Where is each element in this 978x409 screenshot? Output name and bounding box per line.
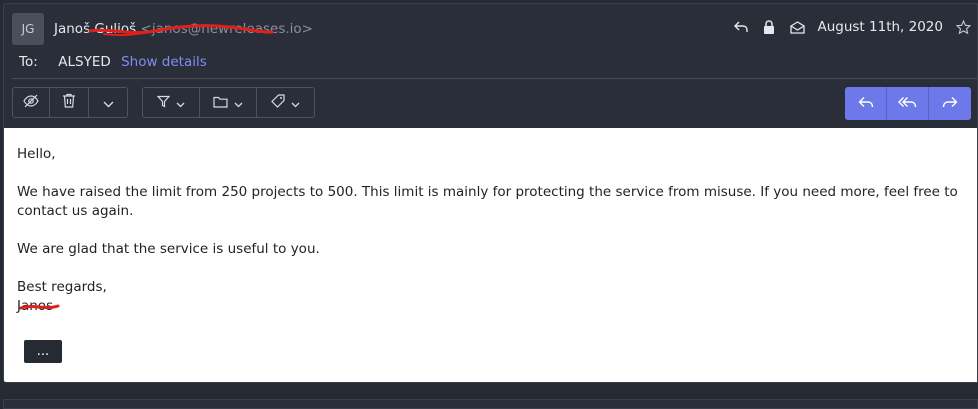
star-icon[interactable] <box>955 19 971 35</box>
reply-icon <box>858 94 874 113</box>
message-header: JG Janoš Gulioš <janos@newreleases.io> A… <box>4 4 977 128</box>
reply-icon[interactable] <box>733 19 749 35</box>
reply-button[interactable] <box>845 87 887 120</box>
filter-dropdown[interactable] <box>143 88 200 117</box>
forward-button[interactable] <box>929 87 971 120</box>
sender-address: <janos@newreleases.io> <box>140 21 313 37</box>
more-actions-button[interactable] <box>89 88 127 117</box>
chevron-down-icon <box>234 93 243 112</box>
recipients-row: To: ALSYED Show details <box>19 54 207 70</box>
sender-name: Janoš Gulioš <box>54 21 137 37</box>
message-meta: August 11th, 2020 <box>733 19 971 35</box>
trash-icon <box>62 93 76 112</box>
reply-all-icon <box>898 94 917 113</box>
avatar: JG <box>12 13 44 45</box>
chevron-down-icon <box>291 93 300 112</box>
eye-slash-icon <box>23 93 39 112</box>
chevron-down-icon <box>176 93 185 112</box>
show-quoted-button[interactable]: ... <box>24 340 62 363</box>
filter-icon <box>156 93 171 112</box>
header-divider <box>12 78 977 79</box>
body-closing: Best regards, <box>17 279 107 295</box>
body-greeting: Hello, <box>17 146 56 162</box>
mark-unread-button[interactable] <box>13 88 50 117</box>
label-dropdown[interactable] <box>257 88 314 117</box>
body-paragraph: We are glad that the service is useful t… <box>17 241 320 257</box>
sender[interactable]: Janoš Gulioš <janos@newreleases.io> <box>54 21 313 37</box>
reply-button-group <box>845 87 971 120</box>
envelope-open-icon <box>789 19 805 35</box>
body-paragraph: We have raised the limit from 250 projec… <box>17 184 958 219</box>
message-date: August 11th, 2020 <box>817 19 943 35</box>
folder-icon <box>213 93 228 112</box>
next-message-bar <box>3 399 978 409</box>
message-body: Hello, We have raised the limit from 250… <box>4 128 977 382</box>
message-window: JG Janoš Gulioš <janos@newreleases.io> A… <box>3 3 978 383</box>
forward-icon <box>942 94 958 113</box>
show-details-link[interactable]: Show details <box>121 54 207 70</box>
tag-icon <box>271 93 285 112</box>
lock-icon <box>761 19 777 35</box>
toolbar-group-organize <box>142 87 315 118</box>
to-label: To: <box>19 54 38 70</box>
toolbar-group-actions <box>12 87 128 118</box>
recipient[interactable]: ALSYED <box>58 54 111 70</box>
reply-all-button[interactable] <box>887 87 929 120</box>
body-signature: Janos <box>17 298 54 314</box>
chevron-down-icon <box>103 93 114 112</box>
message-toolbar <box>12 87 315 118</box>
trash-button[interactable] <box>50 88 89 117</box>
move-to-folder-dropdown[interactable] <box>200 88 257 117</box>
